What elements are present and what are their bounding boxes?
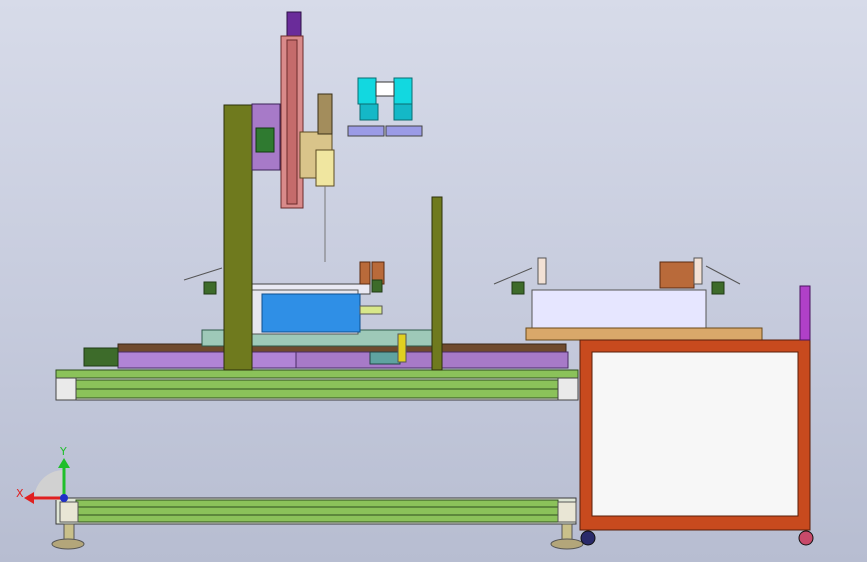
coordinate-triad <box>24 458 70 504</box>
right-fixture <box>493 257 763 341</box>
vision-sensors <box>347 77 423 137</box>
axis-x-label: X <box>16 487 24 500</box>
linear-slide <box>83 343 569 369</box>
axis-y-label: Y <box>59 445 67 458</box>
lower-frame-rail <box>55 497 577 525</box>
right-gantry-post <box>431 196 443 371</box>
vertical-axis <box>280 11 335 262</box>
cad-assembly-view: X Y <box>16 11 814 550</box>
upper-frame-rail <box>55 369 579 401</box>
